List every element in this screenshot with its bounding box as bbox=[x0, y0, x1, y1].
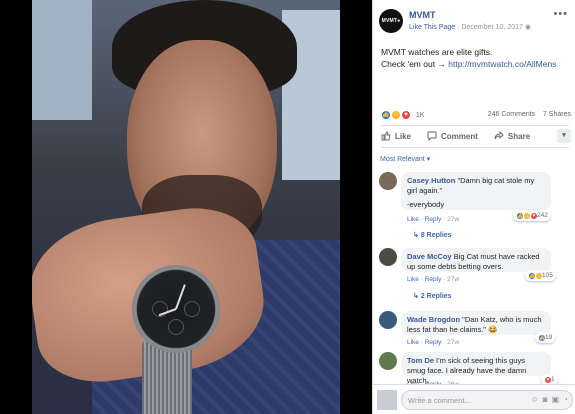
comment-input-placeholder: Write a comment... bbox=[408, 396, 471, 405]
more-options-button[interactable]: ••• bbox=[553, 8, 568, 20]
comment-reply-link[interactable]: Reply bbox=[425, 216, 442, 223]
sticker-icon[interactable]: ◔ bbox=[563, 395, 568, 404]
comment-meta: Like · Reply · 27w bbox=[407, 216, 460, 223]
comment-meta: Like · Reply · 27w bbox=[407, 339, 460, 346]
share-label: Share bbox=[507, 131, 531, 141]
replies-count-label: 2 Replies bbox=[420, 293, 452, 300]
comment-reaction-count: 1 bbox=[551, 376, 555, 383]
emoji-icon[interactable]: ☺ bbox=[531, 395, 539, 404]
comment-meta: Like · Reply · 27w bbox=[407, 276, 460, 283]
comment-label: Comment bbox=[441, 131, 478, 141]
comment-reaction-count: 105 bbox=[542, 272, 553, 279]
comment: Casey Hutton "Damn big cat stole my girl… bbox=[379, 172, 574, 242]
composer-tools: ☺ ◙ ▣ ◔ bbox=[531, 395, 568, 404]
post-text-prefix: Check 'em out → bbox=[381, 59, 449, 69]
share-button[interactable]: Share bbox=[494, 131, 530, 141]
comment-time[interactable]: 27w bbox=[447, 339, 459, 346]
commenter-name[interactable]: Tom De bbox=[407, 356, 434, 365]
comment-time[interactable]: 27w bbox=[447, 276, 459, 283]
divider bbox=[381, 125, 569, 126]
background-window bbox=[32, 0, 92, 120]
comment-filter-dropdown[interactable]: Most Relevant ▾ bbox=[380, 155, 430, 163]
post-meta: Like This Page · December 10, 2017 ◉ bbox=[409, 23, 531, 31]
like-reaction-icon: 👍 bbox=[381, 110, 391, 120]
post-text: MVMT watches are elite gifts. Check 'em … bbox=[381, 46, 571, 70]
comment-count[interactable]: 246 Comments bbox=[488, 111, 535, 118]
commenter-name[interactable]: Wade Brogdon bbox=[407, 315, 460, 324]
post-link[interactable]: http://mvmtwatch.co/AllMens bbox=[448, 59, 556, 69]
comment-like-link[interactable]: Like bbox=[407, 216, 419, 223]
post-header: MVMT● MVMT Like This Page · December 10,… bbox=[373, 0, 575, 40]
view-replies-link[interactable]: ↳ 2 Replies bbox=[413, 292, 452, 300]
comment-reactions[interactable]: 👍 19 bbox=[535, 332, 556, 343]
comment-bubble: Casey Hutton "Damn big cat stole my girl… bbox=[401, 172, 551, 210]
count-separator bbox=[537, 111, 541, 118]
commenter-avatar[interactable] bbox=[379, 352, 397, 370]
comment: Tom De I'm sick of seeing this guys smug… bbox=[379, 352, 574, 388]
comment: Wade Brogdon "Dan Katz, who is much less… bbox=[379, 311, 574, 351]
globe-icon: ◉ bbox=[524, 24, 531, 31]
comment-like-link[interactable]: Like bbox=[407, 339, 419, 346]
share-count[interactable]: 7 Shares bbox=[543, 111, 571, 118]
commenter-name[interactable]: Casey Hutton bbox=[407, 176, 455, 185]
comment-bubble: Tom De I'm sick of seeing this guys smug… bbox=[401, 352, 551, 385]
page-avatar[interactable]: MVMT● bbox=[379, 9, 403, 33]
view-replies-link[interactable]: ↳ 8 Replies bbox=[413, 231, 452, 239]
thumbs-up-icon bbox=[381, 131, 391, 141]
comment-icon bbox=[427, 131, 437, 141]
post-date[interactable]: December 10, 2017 bbox=[461, 24, 522, 31]
post-text-line: MVMT watches are elite gifts. bbox=[381, 47, 493, 57]
reaction-count[interactable]: 1K bbox=[416, 112, 425, 119]
comment-input[interactable]: Write a comment... ☺ ◙ ▣ ◔ bbox=[401, 390, 573, 410]
watch-subdial bbox=[184, 301, 200, 317]
haha-reaction-icon: ☺ bbox=[390, 110, 401, 120]
love-reaction-icon: ♥ bbox=[400, 110, 411, 120]
replies-count-label: 8 Replies bbox=[420, 232, 452, 239]
comment-bubble: Wade Brogdon "Dan Katz, who is much less… bbox=[401, 311, 551, 335]
comment-button[interactable]: Comment bbox=[427, 131, 478, 141]
gif-icon[interactable]: ▣ bbox=[552, 395, 560, 404]
post-text-line: Check 'em out → http://mvmtwatch.co/AllM… bbox=[381, 58, 571, 70]
comment-like-link[interactable]: Like bbox=[407, 276, 419, 283]
comment-reaction-count: 19 bbox=[545, 334, 553, 341]
like-page-link[interactable]: Like This Page bbox=[409, 24, 455, 31]
camera-icon[interactable]: ◙ bbox=[543, 395, 548, 404]
comment-reactions[interactable]: 👍 ☺ 105 bbox=[525, 270, 556, 281]
commenter-avatar[interactable] bbox=[379, 248, 397, 266]
current-user-avatar bbox=[377, 390, 397, 410]
post-photo[interactable] bbox=[32, 0, 340, 414]
like-label: Like bbox=[395, 131, 412, 141]
photo-viewer bbox=[0, 0, 372, 414]
watch bbox=[132, 265, 220, 353]
watch-subdial bbox=[168, 319, 184, 335]
commenter-name[interactable]: Dave McCoy bbox=[407, 252, 452, 261]
divider bbox=[381, 147, 569, 148]
comment-reply-link[interactable]: Reply bbox=[425, 276, 442, 283]
post-actions: Like Comment Share ▾ bbox=[381, 127, 571, 145]
comment-reply-link[interactable]: Reply bbox=[425, 339, 442, 346]
share-icon bbox=[494, 131, 504, 140]
comment-bubble: Dave McCoy Big Cat must have racked up s… bbox=[401, 248, 551, 272]
comment-reactions[interactable]: 👍 ☺ ♥ 242 bbox=[513, 210, 551, 221]
comment-text-line: -everybody bbox=[407, 200, 445, 209]
comment: Dave McCoy Big Cat must have racked up s… bbox=[379, 248, 574, 303]
reaction-summary[interactable]: 👍 ☺ ♥ 1K 246 Comments 7 Shares bbox=[381, 110, 571, 122]
share-options-dropdown[interactable]: ▾ bbox=[557, 129, 571, 143]
comment-composer: Write a comment... ☺ ◙ ▣ ◔ bbox=[373, 384, 575, 414]
post-panel: MVMT● MVMT Like This Page · December 10,… bbox=[372, 0, 575, 414]
commenter-avatar[interactable] bbox=[379, 311, 397, 329]
like-button[interactable]: Like bbox=[381, 131, 411, 141]
commenter-avatar[interactable] bbox=[379, 172, 397, 190]
page-name[interactable]: MVMT bbox=[409, 10, 436, 20]
comment-reaction-count: 242 bbox=[537, 212, 548, 219]
comment-share-counts: 246 Comments 7 Shares bbox=[488, 111, 571, 118]
comment-time[interactable]: 27w bbox=[447, 216, 459, 223]
